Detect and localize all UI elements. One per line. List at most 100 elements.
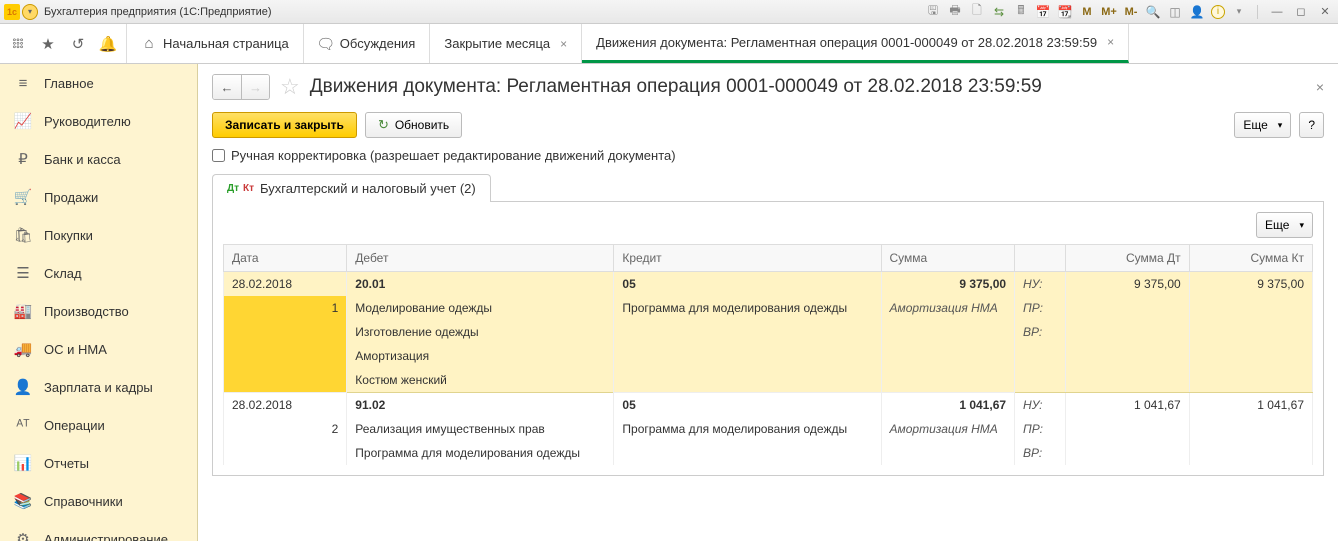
info-icon[interactable]: i [1211,5,1225,19]
sidebar-item-purchases[interactable]: 🛍Покупки [0,216,197,254]
table-row[interactable]: 28.02.2018 20.01 05 9 375,00 НУ: 9 375,0… [224,272,1313,297]
sidebar-item-admin[interactable]: ⚙Администрирование [0,520,197,541]
forward-button[interactable]: → [241,75,269,99]
col-date[interactable]: Дата [224,245,347,272]
close-icon[interactable]: × [560,37,567,51]
favorites-icon[interactable]: ★ [40,36,56,52]
tab-close-month[interactable]: Закрытие месяца × [430,24,582,63]
sidebar-item-bank[interactable]: ₽Банк и касса [0,140,197,178]
col-credit[interactable]: Кредит [614,245,881,272]
col-sum-kt[interactable]: Сумма Кт [1189,245,1312,272]
tab-accounting[interactable]: ДтКт Бухгалтерский и налоговый учет (2) [212,174,491,202]
sidebar-label: Зарплата и кадры [44,380,153,395]
cell-sum-kt: 1 041,67 [1189,393,1312,418]
sidebar-label: Операции [44,418,105,433]
notifications-icon[interactable]: 🔔 [100,36,116,52]
cell-sum: 9 375,00 [881,272,1015,297]
app-menu-dropdown[interactable]: ▾ [22,4,38,20]
tab-home[interactable]: ⌂ Начальная страница [127,24,304,63]
chevron-down-icon: ▾ [1278,120,1283,131]
user-icon[interactable]: 👤 [1189,4,1205,20]
manual-edit-checkbox[interactable] [212,149,225,162]
table-header-row: Дата Дебет Кредит Сумма Сумма Дт Сумма К… [224,245,1313,272]
person-icon: 👤 [14,378,32,396]
bars-icon: 📊 [14,454,32,472]
cell-type: ВР: [1015,320,1066,344]
more-button[interactable]: Еще▾ [1234,112,1291,138]
close-icon[interactable]: × [1107,35,1114,49]
close-window-button[interactable]: ✕ [1316,4,1334,20]
sidebar-label: ОС и НМА [44,342,107,357]
star-icon[interactable]: ☆ [280,74,300,100]
table-row[interactable]: 2 Реализация имущественных прав Программ… [224,417,1313,441]
refresh-icon: ↻ [378,117,389,133]
factory-icon: 🏭 [14,302,32,320]
cell-date: 28.02.2018 [224,272,347,297]
tab-label: Бухгалтерский и налоговый учет (2) [260,181,476,196]
sidebar-item-reports[interactable]: 📊Отчеты [0,444,197,482]
cell-debit-detail: Реализация имущественных прав [347,417,614,441]
print-icon[interactable]: 🖶 [947,4,963,20]
refresh-button[interactable]: ↻ Обновить [365,112,462,138]
cell-debit-detail: Программа для моделирования одежды [347,441,614,465]
date-icon[interactable]: 📆 [1057,4,1073,20]
sidebar-item-main[interactable]: ≡Главное [0,64,197,102]
m-plus-button[interactable]: M+ [1101,4,1117,20]
gear-icon: ⚙ [14,530,32,541]
cell-type: ВР: [1015,441,1066,465]
button-label: Записать и закрыть [225,118,344,132]
truck-icon: 🚚 [14,340,32,358]
tab-discuss-label: Обсуждения [340,36,416,51]
cell-type: ПР: [1015,417,1066,441]
save-db-icon[interactable]: 🖫 [925,4,941,20]
compare-icon[interactable]: ⇆ [991,4,1007,20]
col-debit[interactable]: Дебет [347,245,614,272]
sidebar-label: Покупки [44,228,93,243]
sidebar-item-production[interactable]: 🏭Производство [0,292,197,330]
cell-credit-acc: 05 [614,272,881,297]
sidebar-item-operations[interactable]: ᴬᵀОперации [0,406,197,444]
minimize-button[interactable]: — [1268,4,1286,20]
col-sum-dt[interactable]: Сумма Дт [1066,245,1189,272]
panel-icon[interactable]: ◫ [1167,4,1183,20]
sidebar-item-references[interactable]: 📚Справочники [0,482,197,520]
sidebar-item-warehouse[interactable]: ☰Склад [0,254,197,292]
save-and-close-button[interactable]: Записать и закрыть [212,112,357,138]
cell-credit-acc: 05 [614,393,881,418]
sidebar-item-salary[interactable]: 👤 Зарплата и кадры [0,368,197,406]
zoom-icon[interactable]: 🔍 [1145,4,1161,20]
sidebar: ≡Главное 📈Руководителю ₽Банк и касса 🛒Пр… [0,64,198,541]
grid-more-button[interactable]: Еще▾ [1256,212,1313,238]
window-titlebar: 1c ▾ Бухгалтерия предприятия (1С:Предпри… [0,0,1338,24]
content-area: ← → ☆ Движения документа: Регламентная о… [198,64,1338,541]
cell-debit-acc: 20.01 [347,272,614,297]
apps-grid-icon[interactable]: 𐄡 [10,36,26,52]
back-button[interactable]: ← [213,75,241,99]
cell-type: ПР: [1015,296,1066,320]
preview-icon[interactable]: 🗋 [969,4,985,20]
cell-credit-detail: Программа для моделирования одежды [614,417,881,465]
sidebar-item-assets[interactable]: 🚚 ОС и НМА [0,330,197,368]
m-minus-button[interactable]: M- [1123,4,1139,20]
calc-icon[interactable]: 🖩 [1013,4,1029,20]
table-row[interactable]: 1 Моделирование одежды Программа для мод… [224,296,1313,320]
cell-debit-detail: Изготовление одежды [347,320,614,344]
sidebar-item-manager[interactable]: 📈Руководителю [0,102,197,140]
maximize-button[interactable]: ◻ [1292,4,1310,20]
cell-sum-note: Амортизация НМА [881,296,1015,393]
col-sum[interactable]: Сумма [881,245,1015,272]
calendar-icon[interactable]: 📅 [1035,4,1051,20]
close-page-button[interactable]: × [1316,79,1324,95]
help-button[interactable]: ? [1299,112,1324,138]
m-button[interactable]: M [1079,4,1095,20]
button-label: ? [1308,118,1315,132]
tab-discuss[interactable]: 🗨 Обсуждения [304,24,431,63]
col-type[interactable] [1015,245,1066,272]
sidebar-item-sales[interactable]: 🛒Продажи [0,178,197,216]
history-icon[interactable]: ↺ [70,36,86,52]
ruble-icon: ₽ [14,150,32,168]
table-row[interactable]: 28.02.2018 91.02 05 1 041,67 НУ: 1 041,6… [224,393,1313,418]
tab-document-movements[interactable]: Движения документа: Регламентная операци… [582,24,1129,63]
button-label: Обновить [395,118,449,132]
info-dropdown[interactable]: ▾ [1231,4,1247,20]
